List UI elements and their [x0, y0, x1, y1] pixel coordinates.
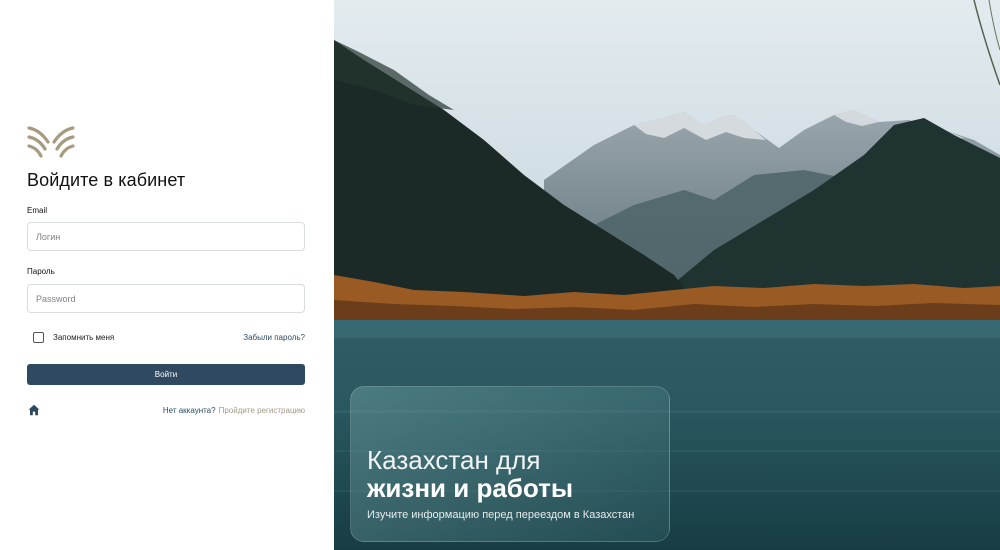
register-prompt: Нет аккаунта? Пройдите регистрацию — [163, 406, 305, 415]
password-field[interactable] — [27, 284, 305, 313]
promo-heading-line2: жизни и работы — [367, 473, 574, 503]
login-button[interactable]: Войти — [27, 364, 305, 385]
login-panel: Войдите в кабинет Email Пароль Запомнить… — [0, 0, 334, 550]
home-icon[interactable] — [28, 404, 40, 416]
no-account-text: Нет аккаунта? — [162, 406, 216, 415]
page-title: Войдите в кабинет — [27, 170, 186, 190]
promo-heading-line1: Казахстан для — [367, 445, 541, 475]
register-link[interactable]: Пройдите регистрацию — [219, 406, 305, 415]
promo-card: Казахстан для жизни и работы Изучите инф… — [350, 386, 670, 542]
hero-image-panel: Казахстан для жизни и работы Изучите инф… — [334, 0, 1000, 550]
forgot-password-link[interactable]: Забыли пароль? — [243, 333, 305, 342]
email-label: Email — [27, 206, 48, 215]
checkbox-box[interactable] — [33, 332, 44, 343]
remember-me-label: Запомнить меня — [53, 333, 115, 342]
password-label: Пароль — [27, 267, 55, 276]
promo-subtitle: Изучите информацию перед переездом в Каз… — [367, 509, 635, 521]
wings-logo-icon — [27, 126, 75, 158]
remember-me-checkbox[interactable]: Запомнить меня — [33, 332, 114, 343]
email-field[interactable] — [27, 222, 305, 251]
